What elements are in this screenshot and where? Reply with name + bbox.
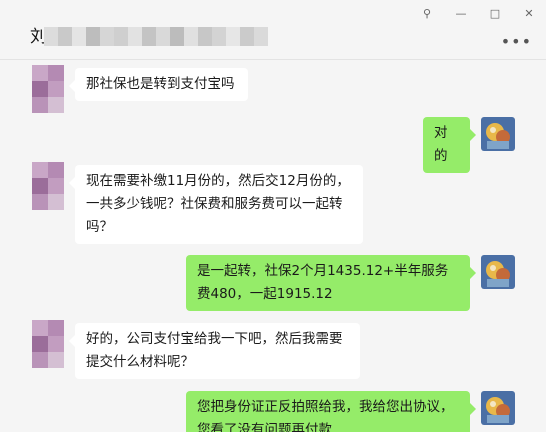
message-bubble[interactable]: 那社保也是转到支付宝吗 <box>69 68 248 101</box>
message-list[interactable]: 那社保也是转到支付宝吗 对的 现在需要补缴11月份的，然后交12月份的，一共多少… <box>0 61 546 432</box>
chat-window: 刘 ⚲ — □ ✕ ••• 那社保也是转到支付宝吗 对的 现在需要补缴11月份的… <box>0 0 546 432</box>
close-icon[interactable]: ✕ <box>512 0 546 26</box>
window-controls: ⚲ — □ ✕ <box>410 0 546 26</box>
chat-header: 刘 ⚲ — □ ✕ ••• <box>0 0 546 60</box>
message-bubble[interactable]: 现在需要补缴11月份的，然后交12月份的，一共多少钱呢？社保费和服务费可以一起转… <box>69 165 363 244</box>
my-avatar[interactable] <box>481 117 515 151</box>
message-bubble[interactable]: 好的，公司支付宝给我一下吧，然后我需要提交什么材料呢？ <box>69 323 360 379</box>
contact-name-mosaic <box>44 27 268 46</box>
more-options-icon[interactable]: ••• <box>501 34 532 50</box>
contact-avatar[interactable] <box>32 162 64 210</box>
minimize-icon[interactable]: — <box>444 0 478 26</box>
message-bubble[interactable]: 是一起转，社保2个月1435.12+半年服务费480，一起1915.12 <box>186 255 476 311</box>
my-avatar[interactable] <box>481 255 515 289</box>
message-bubble[interactable]: 您把身份证正反拍照给我，我给您出协议，您看了没有问题再付款 <box>186 391 476 432</box>
message-bubble[interactable]: 对的 <box>423 117 476 173</box>
my-avatar[interactable] <box>481 391 515 425</box>
contact-avatar[interactable] <box>32 320 64 368</box>
maximize-icon[interactable]: □ <box>478 0 512 26</box>
contact-avatar[interactable] <box>32 65 64 113</box>
pin-icon[interactable]: ⚲ <box>410 0 444 26</box>
